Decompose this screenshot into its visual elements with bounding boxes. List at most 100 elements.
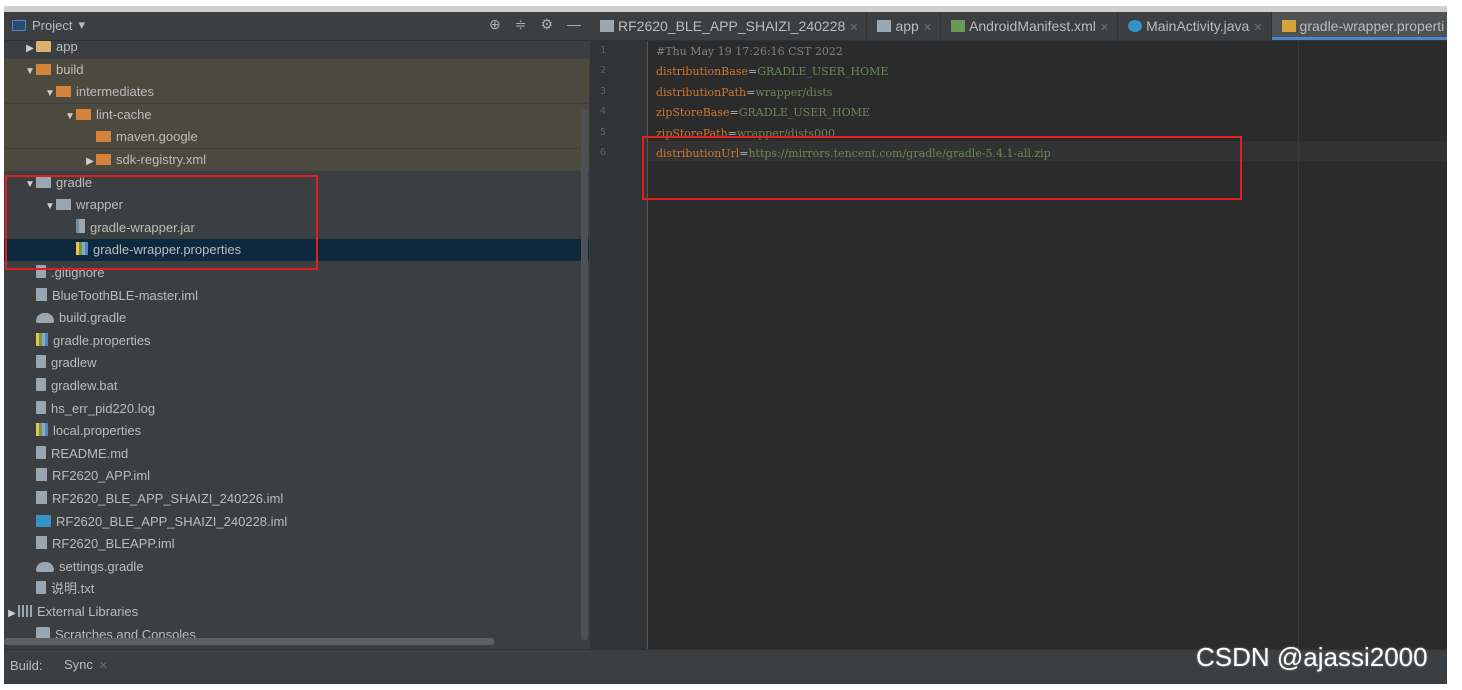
- iml-icon: [36, 491, 47, 504]
- tree-item[interactable]: ▶ External Libraries: [4, 601, 589, 623]
- editor-tab[interactable]: RF2620_BLE_APP_SHAIZI_240228 ✕: [590, 12, 868, 40]
- code-line[interactable]: distributionBase=GRADLE_USER_HOME: [656, 65, 888, 78]
- close-icon[interactable]: ✕: [1100, 22, 1109, 34]
- close-icon[interactable]: ✕: [99, 660, 108, 672]
- iml-icon: [36, 287, 47, 301]
- property-key: distributionBase: [656, 65, 748, 79]
- editor-tab-label: gradle-wrapper.properti: [1299, 18, 1445, 34]
- code-line[interactable]: distributionPath=wrapper/dists: [656, 86, 832, 99]
- tree-item[interactable]: ▶ sdk-registry.xml: [4, 149, 589, 171]
- equals-sign: =: [729, 106, 739, 120]
- tree-item[interactable]: RF2620_BLE_APP_SHAIZI_240228.iml: [4, 511, 589, 533]
- java-class-icon: [1128, 20, 1143, 32]
- line-number: 6: [600, 147, 607, 158]
- tree-item[interactable]: RF2620_BLE_APP_SHAIZI_240226.iml: [4, 488, 589, 510]
- tree-item-label: sdk-registry.xml: [116, 152, 207, 167]
- properties-icon: [1281, 20, 1296, 32]
- expand-arrow-icon[interactable]: ▼: [24, 61, 36, 83]
- locate-icon[interactable]: ⊕: [489, 16, 501, 33]
- tree-item[interactable]: settings.gradle: [4, 556, 589, 578]
- gradle-icon: [877, 20, 892, 32]
- collapse-arrow-icon[interactable]: ▶: [24, 41, 36, 60]
- tree-item[interactable]: maven.google: [4, 126, 589, 149]
- tree-item[interactable]: BlueToothBLE-master.iml: [4, 285, 589, 307]
- tree-item[interactable]: ▶ app: [4, 41, 589, 58]
- code-line[interactable]: #Thu May 19 17:26:16 CST 2022: [656, 45, 843, 58]
- code-editor[interactable]: 1 #Thu May 19 17:26:16 CST 2022 2 distribut…: [590, 41, 1447, 649]
- sync-tab-label: Sync: [64, 657, 93, 672]
- tree-item[interactable]: RF2620_BLEAPP.iml: [4, 533, 589, 555]
- tree-item[interactable]: 说明.txt: [4, 578, 589, 600]
- gradle-icon: [600, 20, 614, 32]
- tree-item[interactable]: RF2620_APP.iml: [4, 465, 589, 487]
- manifest-icon: [951, 20, 966, 32]
- close-icon[interactable]: ✕: [1253, 22, 1262, 34]
- code-line[interactable]: zipStoreBase=GRADLE_USER_HOME: [656, 106, 870, 119]
- annotation-box-wrapper: [5, 175, 318, 270]
- tree-item-label: hs_err_pid220.log: [51, 400, 156, 416]
- editor-tab[interactable]: app ✕: [867, 12, 942, 40]
- tree-vertical-scrollbar[interactable]: [581, 110, 588, 640]
- right-margin-guide: [1298, 41, 1299, 649]
- close-icon[interactable]: ✕: [849, 22, 858, 34]
- tree-item[interactable]: hs_err_pid220.log: [4, 398, 589, 420]
- tree-item-label: app: [56, 41, 78, 54]
- tree-item-label: local.properties: [53, 423, 142, 439]
- close-icon[interactable]: ✕: [923, 22, 932, 34]
- property-key: distributionPath: [656, 85, 747, 99]
- chevron-down-icon: ▾: [78, 17, 85, 32]
- file-icon: [36, 378, 46, 391]
- equals-sign: =: [746, 85, 756, 99]
- tree-item[interactable]: gradle.properties: [4, 330, 589, 352]
- hide-panel-icon[interactable]: —: [567, 16, 581, 33]
- gradle-icon: [36, 313, 54, 324]
- folder-icon: [36, 41, 51, 52]
- property-value: GRADLE_USER_HOME: [738, 106, 870, 120]
- editor-tab-bar: RF2620_BLE_APP_SHAIZI_240228 ✕ app ✕ Android…: [590, 12, 1447, 41]
- tree-item-label: RF2620_BLE_APP_SHAIZI_240228.iml: [56, 513, 288, 529]
- tree-item[interactable]: README.md: [4, 443, 589, 465]
- equals-sign: =: [747, 65, 758, 79]
- tab-sync[interactable]: Sync ✕: [58, 652, 115, 678]
- collapse-arrow-icon[interactable]: ▶: [6, 603, 18, 625]
- iml-icon: [36, 536, 47, 550]
- tree-item-label: 说明.txt: [51, 581, 95, 597]
- tree-item[interactable]: ▼ build: [4, 58, 589, 83]
- collapse-arrow-icon[interactable]: ▶: [84, 151, 96, 173]
- editor-tab-label: MainActivity.java: [1146, 18, 1250, 34]
- props-icon: [36, 423, 48, 437]
- folder-orange-icon: [76, 108, 91, 120]
- props-icon: [36, 332, 48, 346]
- line-number: 2: [600, 65, 607, 77]
- collapse-all-icon[interactable]: ≑: [515, 16, 527, 33]
- tree-horizontal-scrollbar[interactable]: [4, 638, 494, 645]
- editor-tab[interactable]: gradle-wrapper.properti: [1271, 12, 1447, 40]
- expand-arrow-icon[interactable]: ▼: [64, 106, 76, 128]
- folder-orange-icon: [96, 154, 111, 165]
- tree-item[interactable]: ▼ intermediates: [4, 81, 589, 105]
- tree-item-label: BlueToothBLE-master.iml: [52, 287, 198, 303]
- tree-item-label: build.gradle: [59, 310, 127, 326]
- project-view-selector[interactable]: Project ▾: [12, 17, 85, 33]
- file-icon: [36, 355, 46, 369]
- gear-icon[interactable]: ⚙: [540, 16, 553, 33]
- property-value: GRADLE_USER_HOME: [757, 65, 889, 79]
- tree-item[interactable]: gradlew: [4, 352, 589, 374]
- line-number: 5: [600, 126, 607, 138]
- property-key: zipStoreBase: [656, 106, 730, 120]
- editor-tab-label: app: [895, 18, 919, 34]
- tree-item-label: settings.gradle: [59, 558, 144, 574]
- tree-item-label: intermediates: [76, 84, 155, 100]
- tree-item[interactable]: local.properties: [4, 420, 589, 442]
- project-tree: ▶ app ▼ build ▼ intermediates ▼ lint-cache maven…: [4, 41, 589, 641]
- tree-item[interactable]: ▼ lint-cache: [4, 103, 589, 128]
- line-number: 4: [600, 106, 607, 118]
- editor-tab[interactable]: MainActivity.java ✕: [1118, 12, 1272, 40]
- tree-item-label: README.md: [51, 445, 129, 461]
- build-label: Build:: [10, 658, 43, 673]
- expand-arrow-icon[interactable]: ▼: [44, 83, 56, 105]
- tree-item[interactable]: build.gradle: [4, 307, 589, 329]
- tree-item[interactable]: gradlew.bat: [4, 375, 589, 397]
- project-panel-toolbar: ⊕ ≑ ⚙ —: [489, 16, 581, 33]
- editor-tab[interactable]: AndroidManifest.xml ✕: [941, 12, 1119, 40]
